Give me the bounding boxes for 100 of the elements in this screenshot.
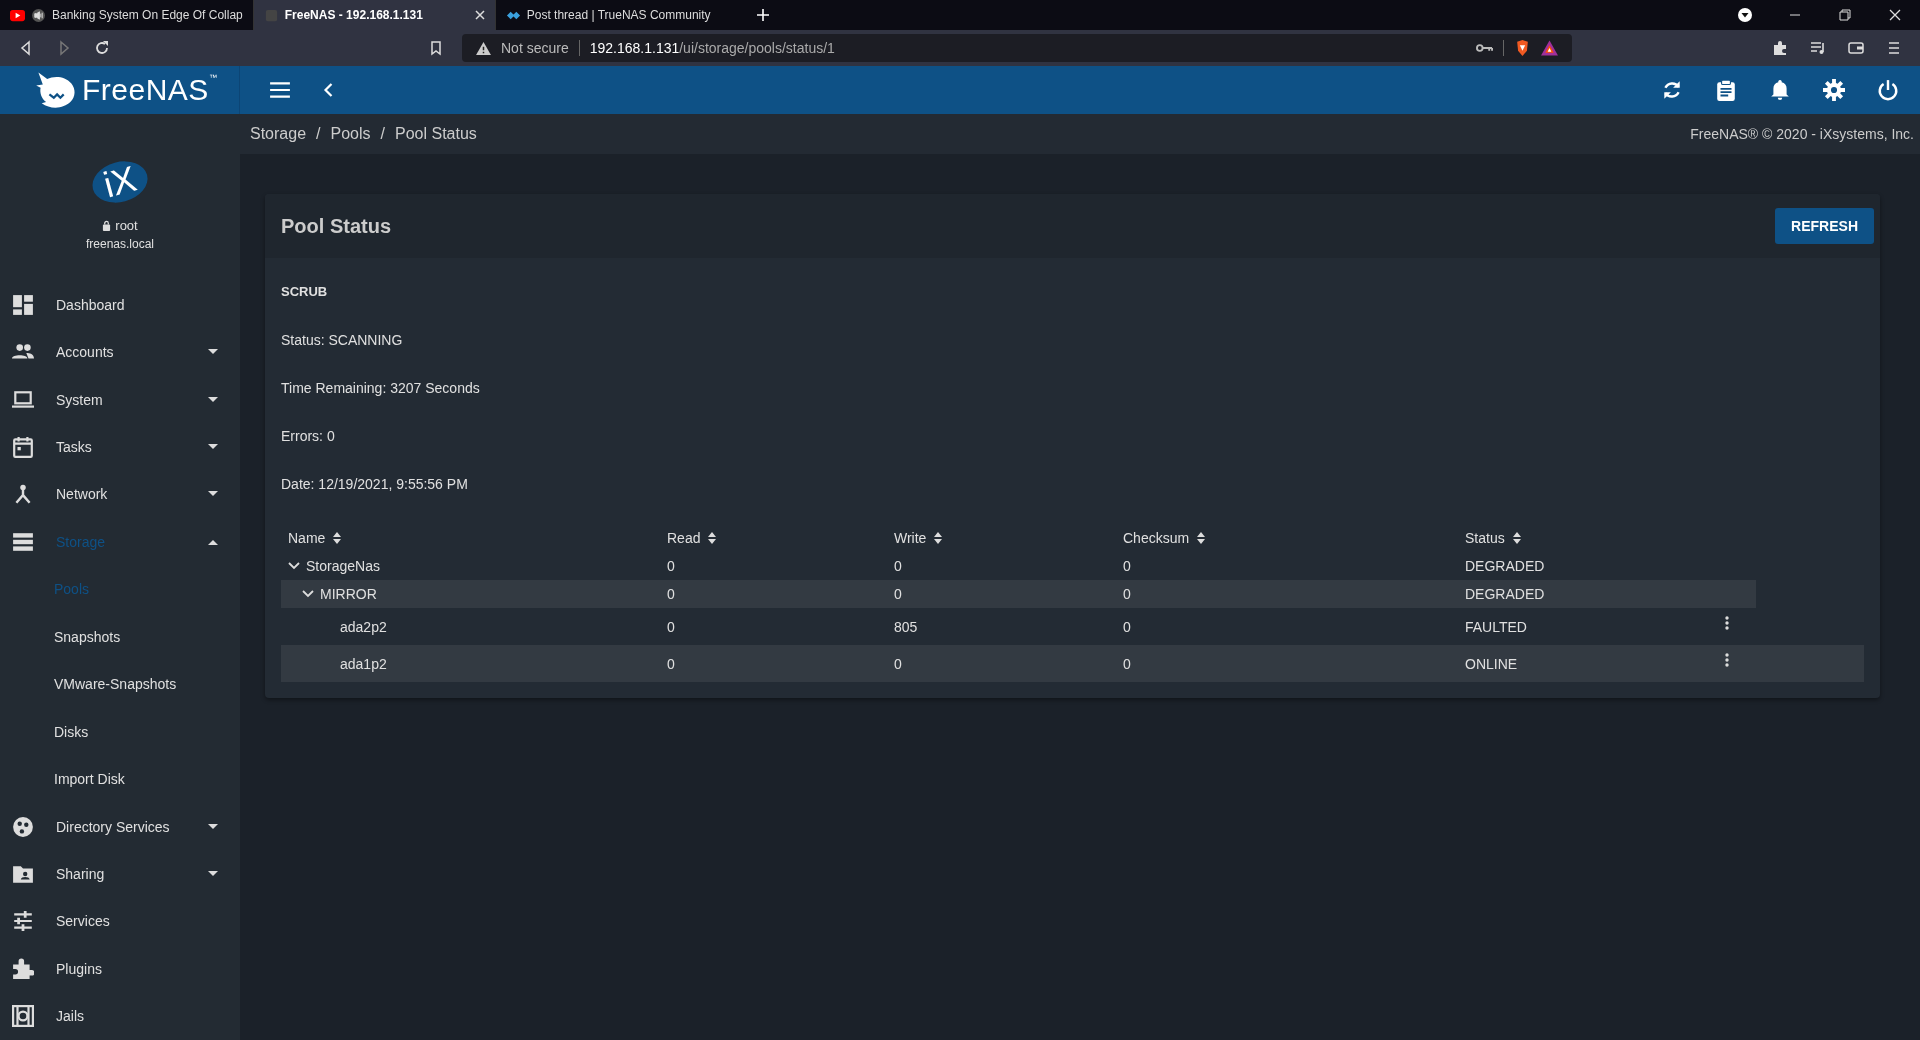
sort-icon[interactable]	[333, 532, 342, 544]
settings-icon[interactable]	[1823, 79, 1845, 101]
browser-tab[interactable]: FreeNAS - 192.168.1.131	[252, 0, 495, 30]
tab-title: FreeNAS - 192.168.1.131	[284, 8, 424, 22]
lock-icon	[102, 220, 112, 231]
dots-circle-icon	[12, 815, 34, 838]
table-cell: FAULTED	[1465, 618, 1527, 635]
sidebar-item[interactable]: Services	[0, 897, 240, 946]
more-options-icon[interactable]	[1725, 615, 1729, 630]
restore-icon[interactable]	[1837, 7, 1853, 23]
power-icon[interactable]	[1877, 79, 1899, 101]
table-cell: ONLINE	[1465, 655, 1518, 672]
sliders-icon	[12, 910, 34, 933]
table-cell: 0	[894, 558, 902, 574]
sidebar-item[interactable]: Dashboard	[0, 281, 240, 329]
scrub-detail: Status: SCANNING	[281, 332, 404, 350]
laptop-icon	[12, 388, 34, 411]
table-cell: 0	[667, 618, 675, 635]
table-cell: 0	[667, 586, 675, 602]
puzzle-piece-icon	[12, 957, 34, 980]
sort-icon[interactable]	[934, 532, 943, 544]
wallet-icon[interactable]	[1848, 40, 1864, 56]
breadcrumb-separator: /	[380, 125, 385, 143]
table-cell: 0	[894, 655, 902, 672]
sort-icon[interactable]	[708, 532, 717, 544]
dashboard-icon	[12, 293, 34, 316]
table-cell: 805	[894, 618, 918, 635]
app-logo-text: FreeNAS$^{™}$	[82, 73, 218, 107]
table-cell: 0	[1123, 586, 1131, 602]
security-label: Not secure	[501, 40, 569, 56]
speaker-icon[interactable]	[31, 8, 46, 22]
table-cell: DEGRADED	[1465, 586, 1545, 602]
storage-icon	[12, 530, 34, 553]
scrub-detail: Time Remaining: 3207 Seconds	[281, 380, 481, 398]
more-options-icon[interactable]	[1725, 652, 1729, 667]
menu-icon[interactable]	[269, 79, 291, 101]
clipboard-icon[interactable]	[1715, 79, 1737, 101]
sidebar-item[interactable]: Sharing	[0, 850, 240, 898]
sidebar-item[interactable]: Directory Services	[0, 802, 240, 851]
scrub-detail: Errors: 0	[281, 428, 336, 446]
triangle-logo-icon[interactable]	[1541, 40, 1558, 56]
column-header[interactable]: Checksum	[1123, 530, 1190, 546]
warning-icon	[476, 41, 491, 55]
column-header[interactable]: Write	[894, 530, 927, 546]
sync-icon[interactable]	[1661, 79, 1683, 101]
sidebar-subitem[interactable]: VMware-Snapshots	[0, 660, 240, 708]
dropdown-icon[interactable]	[1737, 7, 1753, 23]
table-cell: ada2p2	[340, 618, 387, 635]
table-cell: 0	[667, 655, 675, 672]
section-heading: SCRUB	[281, 284, 329, 301]
play-logo-icon	[10, 8, 25, 22]
sidebar-item[interactable]: System	[0, 375, 240, 424]
column-header[interactable]: Name	[288, 530, 326, 546]
bell-icon[interactable]	[1769, 79, 1791, 101]
breadcrumb-link[interactable]: Storage	[250, 125, 307, 143]
jail-icon	[12, 1005, 34, 1028]
table-cell: 0	[894, 586, 902, 602]
user-name: root	[115, 218, 138, 233]
reload-icon[interactable]	[94, 40, 110, 56]
sort-icon[interactable]	[1197, 532, 1206, 544]
address-bar[interactable]: Not secure 192.168.1.131/ui/storage/pools/status/1	[462, 34, 1572, 62]
column-header[interactable]: Status	[1465, 530, 1505, 546]
table-cell: DEGRADED	[1465, 558, 1545, 574]
browser-tab[interactable]: Banking System On Edge Of Collap	[0, 0, 253, 30]
table-cell: 0	[667, 558, 675, 574]
chevron-left-icon[interactable]	[323, 82, 334, 98]
table-cell: MIRROR	[320, 586, 377, 602]
playlist-icon[interactable]	[1810, 40, 1826, 56]
close-icon[interactable]	[1887, 7, 1903, 23]
breadcrumb-separator: /	[316, 125, 321, 143]
tab-title: Post thread | TrueNAS Community	[526, 8, 712, 22]
tab-title: Banking System On Edge Of Collap	[52, 8, 243, 22]
refresh-button[interactable]: REFRESH	[1775, 208, 1874, 244]
breadcrumb-link[interactable]: Pools	[330, 125, 371, 143]
sidebar-item[interactable]: Tasks	[0, 423, 240, 471]
sidebar-item[interactable]: Network	[0, 470, 240, 519]
sidebar-subitem[interactable]: Snapshots	[0, 613, 240, 661]
bookmark-icon[interactable]	[428, 40, 444, 56]
table-cell: ada1p2	[340, 655, 387, 672]
sort-icon[interactable]	[1512, 532, 1521, 544]
chevron-icon[interactable]	[302, 590, 314, 598]
menu-icon[interactable]	[1886, 40, 1902, 56]
table-cell: 0	[1123, 618, 1131, 635]
calendar-icon	[12, 436, 34, 459]
new-tab-icon[interactable]	[756, 9, 769, 21]
sidebar-item[interactable]: Plugins	[0, 945, 240, 993]
card-title: Pool Status	[281, 214, 391, 238]
url-text: 192.168.1.131/ui/storage/pools/status/1	[589, 40, 835, 56]
column-header[interactable]: Read	[667, 530, 701, 546]
puzzle-piece-icon[interactable]	[1772, 40, 1788, 56]
sidebar-item[interactable]: Jails	[0, 992, 240, 1040]
table-cell: 0	[1123, 558, 1131, 574]
sidebar-subitem[interactable]: Import Disk	[0, 755, 240, 803]
table-cell: 0	[1123, 655, 1131, 672]
sidebar-subitem[interactable]: Disks	[0, 707, 240, 756]
scrub-detail: Date: 12/19/2021, 9:55:56 PM	[281, 476, 469, 494]
table-cell: StorageNas	[306, 558, 380, 574]
sidebar-item[interactable]: Accounts	[0, 328, 240, 376]
close-icon[interactable]	[474, 10, 485, 20]
chevron-icon[interactable]	[288, 562, 300, 570]
